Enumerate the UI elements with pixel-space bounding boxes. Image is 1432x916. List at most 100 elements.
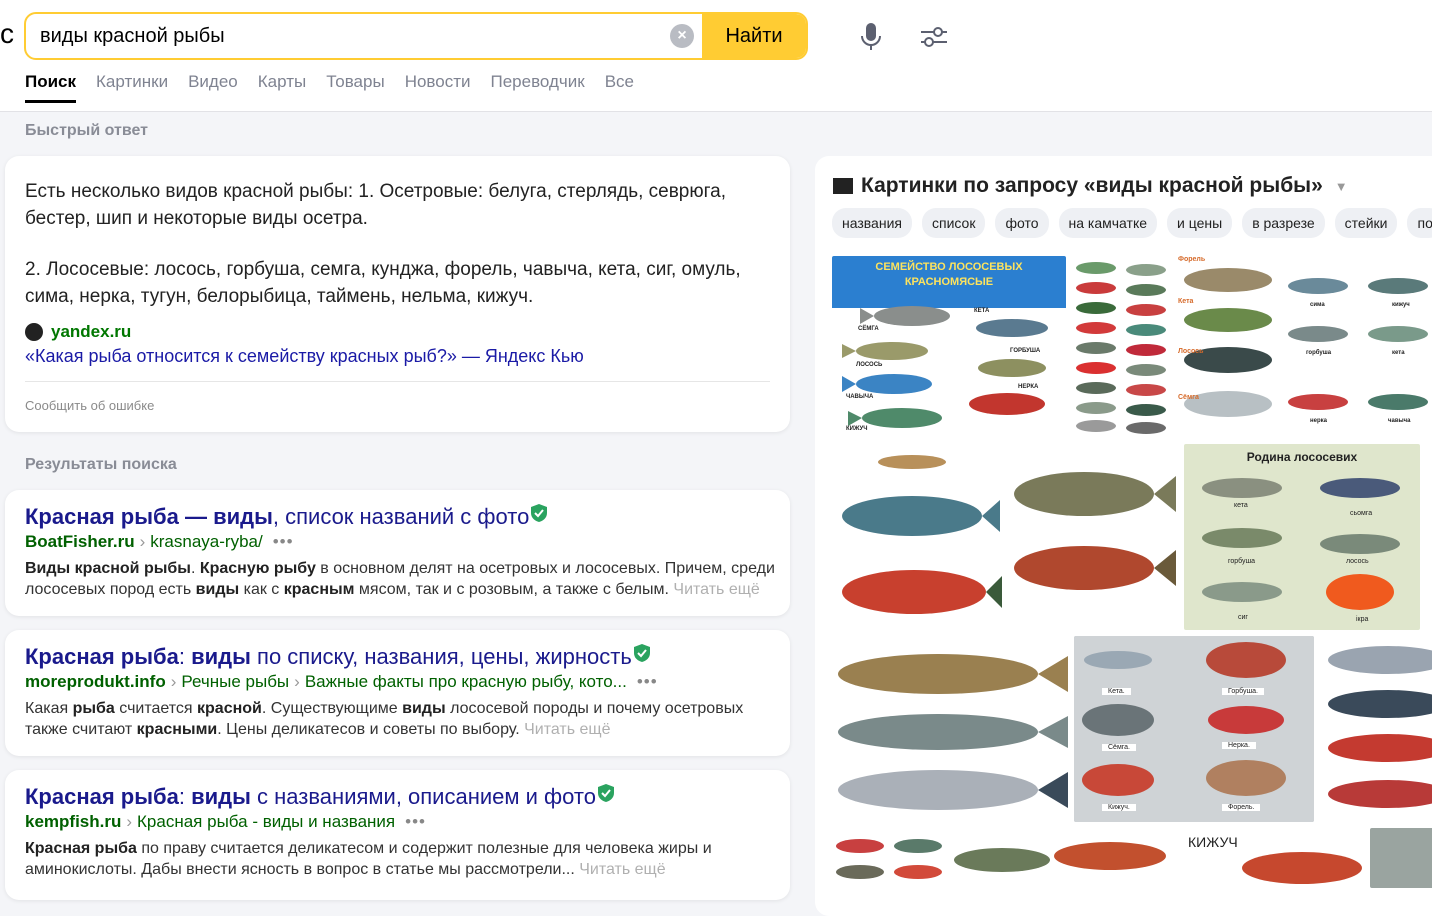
image-caption: ЛОСОСЬ <box>856 362 883 368</box>
results-label: Результаты поиска <box>25 456 177 473</box>
image-thumbnail[interactable] <box>1070 256 1172 436</box>
image-caption: кижуч <box>1392 302 1410 308</box>
image-caption: КЕТА <box>974 308 990 314</box>
image-caption: сьомга <box>1350 510 1373 517</box>
image-thumbnail[interactable]: Кета. Горбуша. Сёмга. Нерка. Кижуч. Форе… <box>1074 636 1314 822</box>
more-options-icon[interactable]: ••• <box>273 532 294 551</box>
image-thumbnail[interactable] <box>1318 636 1432 822</box>
result-url[interactable]: moreprodukt.info › Речные рыбы › Важные факт… <box>25 672 658 692</box>
chip[interactable]: фото <box>995 208 1049 238</box>
tab-images[interactable]: Картинки <box>96 72 168 103</box>
result-snippet: Какая рыба считается красной. Существующ… <box>25 700 744 738</box>
divider <box>25 381 770 382</box>
chip[interactable]: по <box>1407 208 1432 238</box>
image-caption: Кижуч. <box>1102 804 1136 811</box>
more-options-icon[interactable]: ••• <box>405 812 426 831</box>
image-caption: кета <box>1234 502 1248 509</box>
image-caption: сиг <box>1238 614 1248 621</box>
microphone-icon[interactable] <box>858 22 884 52</box>
close-icon[interactable]: × <box>670 24 694 48</box>
tab-translator[interactable]: Переводчик <box>491 72 585 103</box>
image-thumbnail[interactable]: Форель Кета Лосось Сёмга <box>1176 256 1278 436</box>
image-caption: СЁМГА <box>858 326 879 332</box>
answer-source[interactable]: yandex.ru <box>25 322 131 342</box>
picture-icon <box>833 178 853 194</box>
search-result: Красная рыба: виды по списку, названия, … <box>5 630 790 756</box>
chip[interactable]: и цены <box>1167 208 1233 238</box>
quick-answer-label: Быстрый ответ <box>25 122 148 139</box>
images-panel: Картинки по запросу «виды красной рыбы» ▼… <box>815 156 1432 916</box>
image-caption: лосось <box>1346 558 1369 565</box>
image-caption: Лосось <box>1178 348 1204 355</box>
result-snippet: Красная рыба по праву считается деликате… <box>25 840 712 878</box>
tab-news[interactable]: Новости <box>405 72 471 103</box>
result-url[interactable]: BoatFisher.ru › krasnaya-ryba/••• <box>25 532 294 552</box>
chip[interactable]: на камчатке <box>1058 208 1158 238</box>
image-caption: ЧАВЫЧА <box>846 394 874 400</box>
report-error-link[interactable]: Сообщить об ошибке <box>25 398 154 413</box>
answer-paragraph-1: Есть несколько видов красной рыбы: 1. Ос… <box>25 181 726 229</box>
header: с × Найти Поиск Картинки Видео Карты Тов… <box>0 0 1432 112</box>
verified-shield-icon <box>597 784 614 802</box>
image-thumbnail[interactable]: СЕМЕЙСТВО ЛОСОСЕВЫХ КРАСНОМЯСЫЕ СЁМГА ЛО… <box>832 256 1066 436</box>
read-more-link[interactable]: Читать ещё <box>673 581 759 598</box>
image-caption: нерка <box>1310 418 1327 424</box>
verified-shield-icon <box>633 644 650 662</box>
source-title-link[interactable]: «Какая рыба относится к семейству красны… <box>25 346 584 367</box>
search-input[interactable] <box>40 14 660 58</box>
more-options-icon[interactable]: ••• <box>637 672 658 691</box>
source-domain[interactable]: yandex.ru <box>51 322 131 342</box>
image-caption: сима <box>1310 302 1325 308</box>
image-caption: Нерка. <box>1222 742 1256 749</box>
image-thumbnail[interactable] <box>832 636 1070 822</box>
answer-paragraph-2: 2. Лососевые: лосось, горбуша, семга, ку… <box>25 259 741 307</box>
image-thumbnail[interactable]: сима кижуч горбуша кета нерка чавыча <box>1282 256 1432 436</box>
search-box[interactable]: × Найти <box>24 12 808 60</box>
read-more-link[interactable]: Читать ещё <box>524 721 610 738</box>
image-thumbnail[interactable] <box>1008 444 1178 630</box>
result-title-link[interactable]: Красная рыба: виды по списку, названия, … <box>25 644 650 670</box>
image-caption: Кета. <box>1102 688 1131 695</box>
chip[interactable]: список <box>921 208 986 238</box>
image-caption: Форель <box>1178 256 1206 263</box>
image-thumbnail[interactable] <box>1370 828 1432 888</box>
search-result: Красная рыба: виды с названиями, описани… <box>5 770 790 900</box>
image-caption: горбуша <box>1228 558 1256 565</box>
globe-icon <box>25 323 43 341</box>
quick-answer-card: Есть несколько видов красной рыбы: 1. Ос… <box>5 156 790 432</box>
verified-shield-icon <box>531 504 548 522</box>
find-button[interactable]: Найти <box>702 14 806 58</box>
image-thumbnail[interactable]: КИЖУЧ <box>1182 828 1366 888</box>
tab-video[interactable]: Видео <box>188 72 238 103</box>
image-caption: ГОРБУША <box>1010 348 1041 354</box>
result-title-link[interactable]: Красная рыба: виды с названиями, описани… <box>25 784 614 810</box>
chevron-down-icon[interactable]: ▼ <box>1335 179 1348 194</box>
image-caption: чавыча <box>1388 418 1411 424</box>
search-result: Красная рыба — виды, список названий с ф… <box>5 490 790 616</box>
chip[interactable]: стейки <box>1334 208 1398 238</box>
read-more-link[interactable]: Читать ещё <box>579 861 665 878</box>
image-caption: кета <box>1392 350 1405 356</box>
image-caption: Сёмга. <box>1102 744 1136 751</box>
image-caption: НЕРКА <box>1018 384 1039 390</box>
result-title-link[interactable]: Красная рыба — виды, список названий с ф… <box>25 504 548 530</box>
image-caption: ікра <box>1356 616 1369 623</box>
chip[interactable]: в разрезе <box>1242 208 1325 238</box>
images-title[interactable]: Картинки по запросу «виды красной рыбы» ▼ <box>833 174 1348 198</box>
image-thumbnail[interactable] <box>950 828 1178 888</box>
image-thumbnail[interactable] <box>832 444 1002 630</box>
tab-search[interactable]: Поиск <box>25 72 77 103</box>
tab-maps[interactable]: Карты <box>258 72 306 103</box>
result-url[interactable]: kempfish.ru › Красная рыба - виды и назван… <box>25 812 426 832</box>
image-caption: Сёмга <box>1178 394 1199 401</box>
image-caption: горбуша <box>1306 350 1332 356</box>
chip[interactable]: названия <box>832 208 912 238</box>
image-thumbnail[interactable] <box>832 828 946 888</box>
image-caption: Форель. <box>1222 804 1261 811</box>
tab-all[interactable]: Все <box>605 72 634 103</box>
settings-sliders-icon[interactable] <box>918 22 950 52</box>
logo-fragment[interactable]: с <box>0 18 14 50</box>
search-tabs: Поиск Картинки Видео Карты Товары Новост… <box>25 72 634 103</box>
tab-goods[interactable]: Товары <box>326 72 384 103</box>
image-thumbnail[interactable]: Родина лососевих кета сьомга горбуша лос… <box>1184 444 1420 630</box>
